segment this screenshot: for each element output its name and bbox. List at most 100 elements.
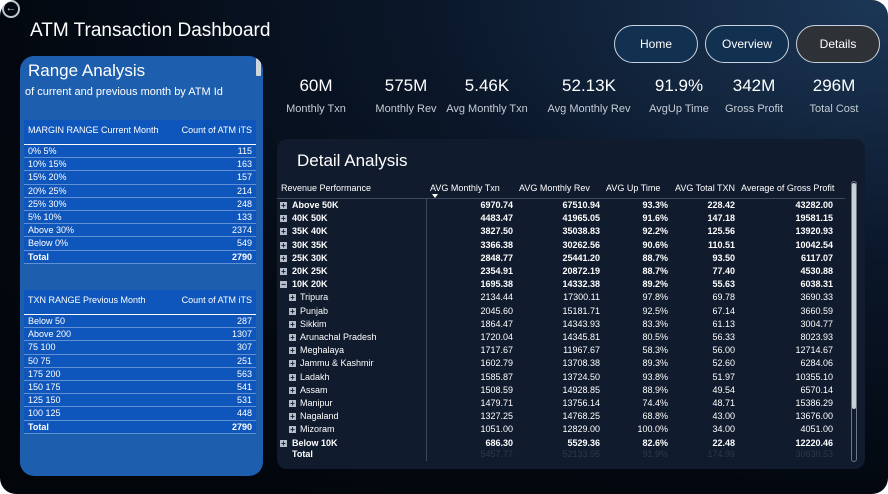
matrix-row[interactable]: + Manipur 1479.71 13756.14 74.4% 48.71 15386.2… bbox=[277, 398, 845, 411]
expand-icon[interactable]: + bbox=[289, 413, 296, 421]
range-analysis-panel: Range Analysis of current and previous m… bbox=[20, 56, 263, 476]
matrix-row[interactable]: + Above 50K 6970.74 67510.94 93.3% 228.42 4328… bbox=[277, 200, 845, 213]
matrix-cell: 3660.59 bbox=[800, 305, 833, 316]
matrix-header: Revenue Performance AVG Monthly Txn AVG … bbox=[277, 180, 845, 199]
table-row[interactable]: Below 50 287 bbox=[24, 315, 256, 329]
home-button[interactable]: Home bbox=[614, 25, 698, 63]
matrix-scrollbar-thumb[interactable] bbox=[852, 183, 856, 409]
table-row[interactable]: 10% 15% 163 bbox=[24, 158, 256, 172]
details-button[interactable]: Details bbox=[796, 25, 880, 63]
expand-icon[interactable]: + bbox=[289, 426, 296, 434]
expand-icon[interactable]: + bbox=[289, 400, 296, 408]
expand-icon[interactable]: + bbox=[289, 320, 296, 328]
table-row[interactable]: 25% 30% 248 bbox=[24, 198, 256, 211]
total-label: Total bbox=[28, 421, 49, 432]
matrix-row[interactable]: + Arunachal Pradesh 1720.04 14345.81 80.5% 56… bbox=[277, 332, 845, 345]
matrix-cell: 3690.33 bbox=[800, 292, 833, 303]
expand-icon[interactable]: + bbox=[280, 439, 287, 447]
table-row[interactable]: 150 175 541 bbox=[24, 381, 256, 395]
row-label: Assam bbox=[300, 384, 328, 395]
matrix-cell: 110.51 bbox=[707, 239, 735, 250]
matrix-row[interactable]: + Assam 1508.59 14928.85 88.9% 49.54 6570.14 bbox=[277, 385, 845, 398]
table-row[interactable]: Below 0% 549 bbox=[24, 237, 256, 251]
column-header[interactable]: AVG Monthly Txn bbox=[430, 183, 500, 193]
table-row[interactable]: 5% 10% 133 bbox=[24, 211, 256, 225]
range-label: 10% 15% bbox=[28, 159, 67, 170]
sort-descending-icon[interactable] bbox=[432, 194, 438, 198]
table-row[interactable]: 100 125 448 bbox=[24, 407, 256, 421]
table-row[interactable]: 50 75 251 bbox=[24, 355, 256, 368]
expand-icon[interactable]: + bbox=[289, 307, 296, 315]
matrix-cell: 6284.06 bbox=[800, 358, 833, 369]
expand-icon[interactable]: + bbox=[280, 268, 287, 276]
matrix-row[interactable]: + Meghalaya 1717.67 11967.67 58.3% 56.00 12714… bbox=[277, 345, 845, 358]
matrix-row[interactable]: + Jammu & Kashmir 1602.79 13708.38 89.3% 52.6… bbox=[277, 358, 845, 371]
expand-icon[interactable]: + bbox=[289, 386, 296, 394]
matrix-row[interactable]: + Mizoram 1051.00 12829.00 100.0% 34.00 4051.0… bbox=[277, 424, 845, 437]
table-row[interactable]: 15% 20% 157 bbox=[24, 171, 256, 185]
collapse-icon[interactable]: − bbox=[280, 281, 287, 289]
column-header[interactable]: Count of ATM iTS bbox=[182, 295, 252, 305]
matrix-row[interactable]: +40K 50K 4483.47 41965.05 91.6% 147.18 19581.… bbox=[277, 213, 845, 226]
expand-icon[interactable]: + bbox=[280, 254, 287, 262]
expand-icon[interactable]: + bbox=[289, 294, 296, 302]
column-header[interactable]: TXN RANGE Previous Month bbox=[28, 295, 146, 305]
expand-icon[interactable]: + bbox=[280, 241, 287, 249]
range-label: Above 30% bbox=[28, 225, 75, 236]
back-arrow-icon[interactable]: ← bbox=[2, 0, 20, 18]
table-row[interactable]: 175 200 563 bbox=[24, 368, 256, 381]
expand-icon[interactable]: + bbox=[289, 347, 296, 355]
table-row[interactable]: Above 200 1307 bbox=[24, 328, 256, 342]
range-count: 133 bbox=[236, 211, 252, 222]
table-row[interactable]: Above 30% 2374 bbox=[24, 224, 256, 238]
matrix-cell: 93.50 bbox=[712, 252, 735, 263]
column-header[interactable]: Count of ATM iTS bbox=[182, 125, 252, 135]
matrix-row[interactable]: + Nagaland 1327.25 14768.25 68.8% 43.00 13676.… bbox=[277, 411, 845, 424]
panel-scrollbar[interactable] bbox=[256, 58, 261, 76]
detail-analysis-panel: Detail Analysis Revenue Performance AVG … bbox=[277, 139, 865, 469]
matrix-row[interactable]: +20K 25K 2354.91 20872.19 88.7% 77.40 4530.88 bbox=[277, 266, 845, 279]
range-count: 563 bbox=[236, 368, 252, 379]
expand-icon[interactable]: + bbox=[289, 334, 296, 342]
range-label: 0% 5% bbox=[28, 146, 57, 156]
matrix-cell: 6570.14 bbox=[800, 384, 833, 395]
column-header[interactable]: MARGIN RANGE Current Month bbox=[28, 125, 159, 135]
range-count: 163 bbox=[236, 159, 252, 170]
overview-button[interactable]: Overview bbox=[705, 25, 789, 63]
matrix-cell: 58.3% bbox=[642, 345, 668, 356]
expand-icon[interactable]: + bbox=[289, 360, 296, 368]
range-label: 25% 30% bbox=[28, 198, 67, 209]
column-header[interactable]: AVG Up Time bbox=[606, 183, 660, 193]
matrix-cell: 1508.59 bbox=[480, 384, 513, 395]
kpi-card: 60M Monthly Txn bbox=[268, 76, 364, 115]
expand-icon[interactable]: + bbox=[280, 228, 287, 236]
column-header[interactable]: Average of Gross Profit bbox=[741, 183, 834, 193]
expand-icon[interactable]: + bbox=[289, 373, 296, 381]
column-header[interactable]: Revenue Performance bbox=[281, 183, 371, 193]
column-header[interactable]: AVG Monthly Rev bbox=[519, 183, 590, 193]
matrix-cell: 100.0% bbox=[637, 424, 668, 435]
row-label: Mizoram bbox=[300, 424, 335, 435]
table-row[interactable]: 125 150 531 bbox=[24, 394, 256, 408]
matrix-row[interactable]: −10K 20K 1695.38 14332.38 89.2% 55.63 6038.31 bbox=[277, 279, 845, 292]
row-label: Above 50K bbox=[292, 200, 339, 210]
expand-icon[interactable]: + bbox=[280, 202, 287, 210]
table-row[interactable]: 0% 5% 115 bbox=[24, 145, 256, 159]
matrix-row[interactable]: +25K 30K 2848.77 25441.20 88.7% 93.50 6117.07 bbox=[277, 253, 845, 266]
column-header[interactable]: AVG Total TXN bbox=[675, 183, 735, 193]
txn-range-header: TXN RANGE Previous Month Count of ATM iT… bbox=[24, 290, 256, 315]
matrix-row[interactable]: + Sikkim 1864.47 14343.93 83.3% 61.13 3004.77 bbox=[277, 319, 845, 332]
matrix-row[interactable]: + Tripura 2134.44 17300.11 97.8% 69.78 3690.33 bbox=[277, 292, 845, 305]
table-row[interactable]: 20% 25% 214 bbox=[24, 185, 256, 198]
total-value: 2790 bbox=[231, 251, 252, 262]
matrix-row[interactable]: +30K 35K 3366.38 30262.56 90.6% 110.51 10042.… bbox=[277, 240, 845, 253]
matrix-cell: 1479.71 bbox=[480, 398, 513, 408]
table-row[interactable]: 75 100 307 bbox=[24, 341, 256, 355]
matrix-row[interactable]: + Ladakh 1585.87 13724.50 93.8% 51.97 10355.10 bbox=[277, 372, 845, 385]
expand-icon[interactable]: + bbox=[280, 215, 287, 223]
range-count: 549 bbox=[236, 238, 252, 249]
matrix-row[interactable]: + Punjab 2045.60 15181.71 92.5% 67.14 3660.59 bbox=[277, 306, 845, 319]
range-label: Above 200 bbox=[28, 329, 72, 340]
matrix-row[interactable]: +35K 40K 3827.50 35038.83 92.2% 125.56 13920.… bbox=[277, 226, 845, 239]
matrix-cell: 43.00 bbox=[712, 411, 735, 422]
